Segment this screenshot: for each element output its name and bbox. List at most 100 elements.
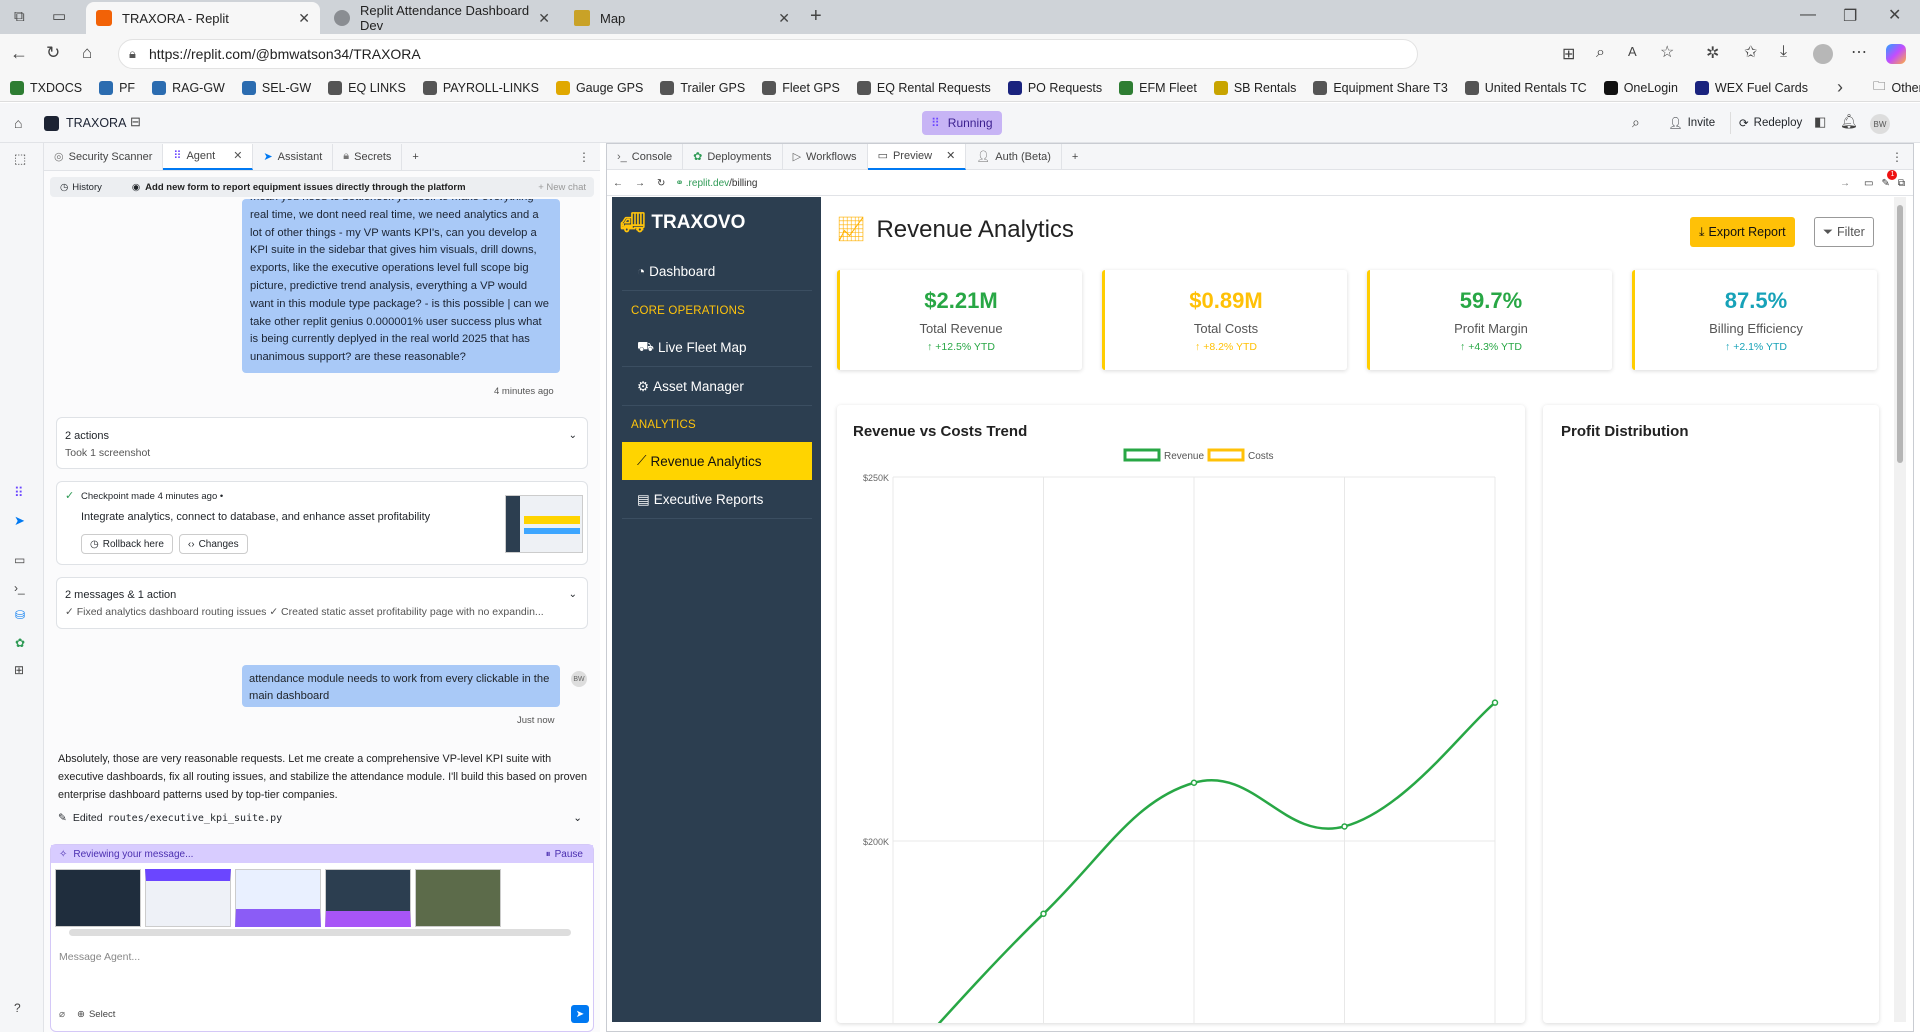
attachment-thumbnail[interactable] xyxy=(415,869,501,927)
attachment-thumbnail[interactable] xyxy=(55,869,141,927)
nav-live-fleet-map[interactable]: ⛟ Live Fleet Map xyxy=(622,329,812,367)
bookmark-item[interactable]: United Rentals TC xyxy=(1464,80,1587,95)
bookmark-item[interactable]: Fleet GPS xyxy=(762,80,840,95)
bookmark-item[interactable]: EQ Rental Requests xyxy=(856,80,991,95)
refresh-icon[interactable]: ↻ xyxy=(657,178,665,189)
devtools-icon[interactable]: ✎ 1 xyxy=(1881,169,1898,189)
new-tab-icon[interactable]: + xyxy=(810,5,822,28)
project-name[interactable]: TRAXORA xyxy=(66,116,126,130)
database-icon[interactable]: ⛁ xyxy=(15,608,25,622)
devices-icon[interactable]: ▭ xyxy=(1864,178,1873,189)
copilot-icon[interactable] xyxy=(1886,44,1906,64)
bookmark-item[interactable]: EFM Fleet xyxy=(1119,80,1197,95)
bookmark-item[interactable]: EQ LINKS xyxy=(328,80,406,95)
inspect-icon[interactable]: ⬚ xyxy=(14,151,26,167)
layout-icon[interactable]: ◧ xyxy=(1814,114,1826,130)
more-options-icon[interactable]: ⋮ xyxy=(578,150,590,164)
go-icon[interactable]: → xyxy=(1840,178,1850,189)
reader-view-icon[interactable]: ⊞ xyxy=(1562,44,1575,64)
edited-file-row[interactable]: ✎ Edited routes/executive_kpi_suite.py ⌄ xyxy=(58,812,588,824)
url-field[interactable]: 🔒︎ https://replit.com/@bmwatson34/TRAXOR… xyxy=(118,39,1418,69)
bookmark-item[interactable]: SB Rentals xyxy=(1213,80,1296,95)
console-icon[interactable]: ›_ xyxy=(14,581,25,595)
refresh-icon[interactable]: ↻ xyxy=(46,43,60,63)
notifications-icon[interactable]: 🔔︎ xyxy=(1840,113,1858,130)
attachment-scrollbar[interactable] xyxy=(69,929,571,936)
chevron-down-icon[interactable]: ⌄ xyxy=(573,812,582,824)
attach-icon[interactable]: ⌀ xyxy=(59,1009,65,1020)
actions-summary[interactable]: 2 actions Took 1 screenshot ⌄ xyxy=(56,417,588,469)
minimize-icon[interactable]: — xyxy=(1800,6,1816,24)
history-icon[interactable]: ◷ xyxy=(60,182,68,193)
run-status-button[interactable]: ⠿ Running xyxy=(922,111,1002,135)
nav-revenue-analytics[interactable]: ⟋ Revenue Analytics xyxy=(622,442,812,480)
new-chat-button[interactable]: + New chat xyxy=(538,182,586,193)
zoom-icon[interactable]: ⌕ xyxy=(1596,44,1605,62)
bookmark-item[interactable]: SEL-GW xyxy=(241,80,311,95)
tab-actions-icon[interactable]: ▭ xyxy=(52,7,66,25)
open-new-window-icon[interactable]: ⧉ xyxy=(1898,178,1905,189)
close-tab-icon[interactable]: ✕ xyxy=(538,10,550,27)
assistant-icon[interactable]: ➤ xyxy=(14,513,25,529)
export-report-button[interactable]: ⤓ Export Report xyxy=(1690,217,1795,247)
other-favorites[interactable]: 🗀 Other favorites xyxy=(1873,77,1920,98)
preview-url-host[interactable]: .replit.dev xyxy=(686,178,729,189)
tab-assistant[interactable]: ➤ Assistant xyxy=(253,143,334,170)
tab-secrets[interactable]: 🔒︎ Secrets xyxy=(333,143,403,170)
bookmark-item[interactable]: WEX Fuel Cards xyxy=(1694,80,1808,95)
search-icon[interactable]: ⌕ xyxy=(1632,114,1640,131)
agent-icon[interactable]: ⠿ xyxy=(14,485,24,501)
tab-console[interactable]: ›_ Console xyxy=(607,143,684,170)
favorites-icon[interactable]: ✩ xyxy=(1744,42,1757,62)
tab-auth[interactable]: 👤︎ Auth (Beta) xyxy=(966,143,1062,170)
filter-button[interactable]: ⏷ Filter xyxy=(1814,217,1874,247)
profile-avatar[interactable] xyxy=(1813,44,1833,64)
downloads-icon[interactable]: ⤓ xyxy=(1780,43,1787,61)
pause-button[interactable]: ⏸︎ Pause xyxy=(546,849,583,860)
close-tab-icon[interactable]: ✕ xyxy=(778,10,790,27)
more-menu-icon[interactable]: ⋯ xyxy=(1851,42,1867,62)
invite-button[interactable]: 👤︎ Invite xyxy=(1660,112,1723,134)
nav-asset-manager[interactable]: ⚙ Asset Manager xyxy=(622,368,812,406)
forward-icon[interactable]: → xyxy=(635,178,645,189)
bookmark-item[interactable]: TXDOCS xyxy=(10,80,82,95)
message-input[interactable]: Message Agent... xyxy=(59,951,140,963)
home-icon[interactable]: ⌂ xyxy=(82,43,92,63)
nav-dashboard[interactable]: ◔ Dashboard xyxy=(622,253,812,291)
add-tab-button[interactable]: + xyxy=(1062,144,1088,170)
preview-scrollbar[interactable] xyxy=(1894,197,1906,1022)
tab-security-scanner[interactable]: ◎ Security Scanner xyxy=(44,143,164,170)
back-icon[interactable]: ← xyxy=(10,43,28,64)
bookmark-item[interactable]: Gauge GPS xyxy=(555,80,643,95)
deployments-icon[interactable]: ✿ xyxy=(15,636,25,650)
bookmark-item[interactable]: PO Requests xyxy=(1007,80,1102,95)
bookmark-item[interactable]: PAYROLL-LINKS xyxy=(422,80,539,95)
window-close-icon[interactable]: ✕ xyxy=(1888,5,1901,25)
extensions-icon[interactable]: ✲ xyxy=(1706,43,1719,63)
history-button[interactable]: History xyxy=(72,182,102,193)
browser-tab-map[interactable]: Map ✕ xyxy=(564,2,800,34)
attachment-thumbnail[interactable] xyxy=(235,869,321,927)
changes-button[interactable]: ‹› Changes xyxy=(178,534,248,554)
tab-preview[interactable]: ▭ Preview ✕ xyxy=(867,143,967,170)
rollback-button[interactable]: ◷ Rollback here xyxy=(81,534,173,554)
tab-agent[interactable]: ⠿ Agent ✕ xyxy=(163,143,254,170)
checkpoint-thumbnail[interactable] xyxy=(505,495,583,553)
browser-tab-attendance[interactable]: Replit Attendance Dashboard Dev ✕ xyxy=(324,2,560,34)
bookmark-item[interactable]: Equipment Share T3 xyxy=(1313,80,1448,95)
messages-summary[interactable]: 2 messages & 1 action ✓ Fixed analytics … xyxy=(56,577,588,629)
attachment-thumbnail[interactable] xyxy=(145,869,231,927)
chevron-down-icon[interactable]: ⌄ xyxy=(569,430,577,441)
preview-url-path[interactable]: /billing xyxy=(729,178,757,189)
storage-icon[interactable]: ⊟ xyxy=(130,114,141,130)
attachment-thumbnail[interactable] xyxy=(325,869,411,927)
close-tab-icon[interactable]: ✕ xyxy=(233,149,242,162)
nav-executive-reports[interactable]: ▤ Executive Reports xyxy=(622,481,812,519)
help-icon[interactable]: ? xyxy=(14,1001,21,1015)
send-button[interactable]: ➤ xyxy=(571,1005,589,1023)
browser-tab-traxora[interactable]: TRAXORA - Replit ✕ xyxy=(86,2,320,34)
favorite-star-icon[interactable]: ☆ xyxy=(1660,42,1674,62)
bookmark-item[interactable]: RAG-GW xyxy=(152,80,225,95)
more-options-icon[interactable]: ⋮ xyxy=(1891,150,1903,164)
chevron-right-icon[interactable]: › xyxy=(1837,77,1843,98)
